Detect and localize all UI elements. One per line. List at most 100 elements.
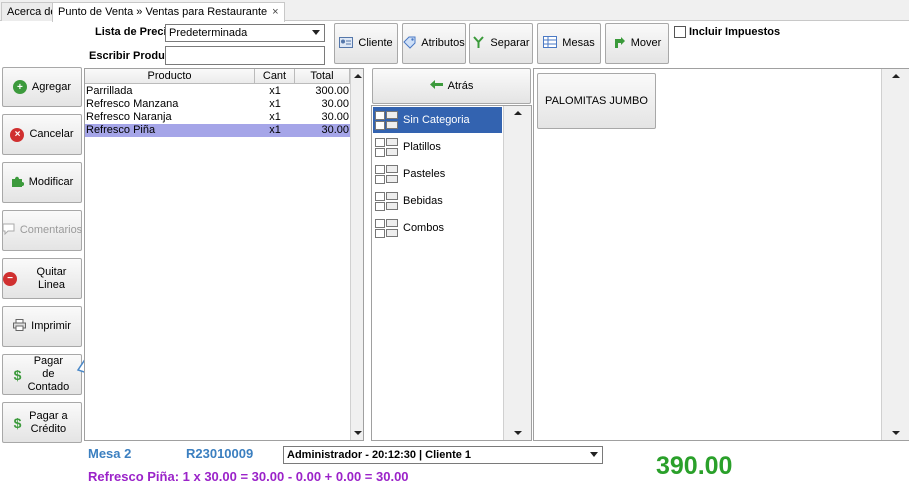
table-row[interactable]: Refresco Naranja x1 30.00	[85, 111, 350, 124]
category-list-scrollbar[interactable]	[503, 106, 531, 440]
tab-punto-de-venta[interactable]: Punto de Venta » Ventas para Restaurante…	[52, 2, 285, 22]
scroll-up-icon[interactable]	[892, 74, 900, 78]
tab-label: Punto de Venta » Ventas para Restaurante	[58, 6, 268, 18]
pagar-credito-button[interactable]: $ Pagar a Crédito	[2, 402, 82, 443]
scroll-up-icon[interactable]	[354, 74, 362, 78]
row-qty: x1	[269, 98, 281, 110]
category-icon	[373, 109, 399, 131]
row-total: 30.00	[321, 111, 349, 123]
row-total: 300.00	[315, 85, 349, 97]
dollar-icon: $	[13, 366, 22, 383]
product-grid-scrollbar[interactable]	[881, 69, 909, 440]
mover-label: Mover	[630, 37, 662, 49]
table-row-selected[interactable]: Refresco Piña x1 30.00	[85, 124, 350, 137]
row-product: Refresco Piña	[86, 124, 156, 136]
scroll-down-icon[interactable]	[354, 431, 362, 435]
agregar-button[interactable]: + Agregar	[2, 67, 82, 107]
ticket-number: R23010009	[186, 446, 254, 461]
include-taxes-checkbox[interactable]	[674, 26, 686, 38]
table-row[interactable]: Refresco Manzana x1 30.00	[85, 98, 350, 111]
line-detail: Refresco Piña: 1 x 30.00 = 30.00 - 0.00 …	[88, 469, 409, 484]
close-icon[interactable]: ×	[272, 6, 278, 18]
row-total: 30.00	[321, 98, 349, 110]
chevron-down-icon	[590, 452, 598, 457]
imprimir-label: Imprimir	[31, 320, 71, 332]
comentarios-label: Comentarios	[19, 224, 83, 236]
mesas-label: Mesas	[562, 37, 595, 49]
category-icon	[373, 163, 399, 185]
mesas-button[interactable]: Mesas	[537, 23, 601, 64]
tag-icon	[403, 36, 416, 52]
category-item[interactable]: Bebidas	[373, 188, 502, 214]
pagar-credito-label: Pagar a Crédito	[29, 409, 68, 435]
session-value: Administrador - 20:12:30 | Cliente 1	[287, 449, 472, 461]
grand-total: 390.00	[656, 452, 733, 480]
product-search-input[interactable]	[165, 46, 325, 65]
atras-label: Atrás	[447, 79, 474, 92]
chevron-down-icon	[312, 30, 320, 35]
category-item[interactable]: Pasteles	[373, 161, 502, 187]
price-list-value: Predeterminada	[169, 27, 248, 39]
mover-button[interactable]: Mover	[605, 23, 669, 64]
session-select[interactable]: Administrador - 20:12:30 | Cliente 1	[283, 446, 603, 464]
category-icon	[373, 190, 399, 212]
tab-label: Acerca de	[7, 6, 57, 18]
dollar-icon: $	[13, 414, 22, 431]
pagar-contado-label: Pagar de Contado	[27, 355, 70, 393]
category-label: Bebidas	[403, 195, 443, 207]
table-name: Mesa 2	[88, 446, 132, 461]
include-taxes-label: Incluir Impuestos	[689, 26, 781, 38]
category-item[interactable]: Sin Categoria	[373, 107, 502, 133]
table-icon	[543, 36, 558, 51]
atras-button[interactable]: Atrás	[372, 68, 531, 104]
row-total: 30.00	[321, 124, 349, 136]
id-card-icon	[339, 36, 354, 51]
column-header-total[interactable]: Total	[295, 69, 350, 83]
order-list-header: Producto Cant Total	[85, 69, 350, 84]
category-item[interactable]: Combos	[373, 215, 502, 241]
category-icon	[373, 217, 399, 239]
category-label: Combos	[403, 222, 444, 234]
scroll-down-icon[interactable]	[514, 431, 522, 435]
order-list-scrollbar[interactable]	[350, 69, 363, 440]
minus-circle-icon: −	[3, 271, 17, 286]
quitar-linea-label: Quitar Linea	[36, 265, 67, 291]
category-icon	[373, 136, 399, 158]
modificar-button[interactable]: Modificar	[2, 162, 82, 203]
product-tile-label: PALOMITAS JUMBO	[545, 94, 648, 107]
scroll-up-icon[interactable]	[514, 111, 522, 115]
column-header-cant[interactable]: Cant	[255, 69, 295, 83]
row-product: Refresco Manzana	[86, 98, 179, 110]
quitar-linea-button[interactable]: − Quitar Linea	[2, 258, 82, 299]
puzzle-icon	[11, 175, 24, 191]
speech-bubble-icon	[2, 223, 15, 238]
plus-circle-icon: +	[12, 80, 27, 94]
category-label: Platillos	[403, 141, 441, 153]
scroll-down-icon[interactable]	[892, 431, 900, 435]
cliente-button[interactable]: Cliente	[334, 23, 398, 64]
back-arrow-icon	[429, 80, 443, 92]
category-label: Sin Categoria	[403, 114, 470, 126]
row-qty: x1	[269, 111, 281, 123]
category-item[interactable]: Platillos	[373, 134, 502, 160]
move-arrow-icon	[613, 36, 626, 52]
column-header-producto[interactable]: Producto	[85, 69, 255, 83]
cancelar-button[interactable]: × Cancelar	[2, 114, 82, 155]
atributos-label: Atributos	[421, 37, 465, 49]
order-list: Producto Cant Total Parrillada x1 300.00…	[84, 68, 364, 441]
product-grid: PALOMITAS JUMBO	[533, 68, 909, 441]
price-list-select[interactable]: Predeterminada	[165, 24, 325, 42]
pagar-contado-button[interactable]: $ Pagar de Contado	[2, 354, 82, 395]
cancelar-label: Cancelar	[29, 128, 74, 140]
comentarios-button[interactable]: Comentarios	[2, 210, 82, 251]
atributos-button[interactable]: Atributos	[402, 23, 466, 64]
split-icon	[472, 35, 485, 52]
row-qty: x1	[269, 85, 281, 97]
imprimir-button[interactable]: Imprimir	[2, 306, 82, 347]
separar-button[interactable]: Separar	[469, 23, 533, 64]
row-product: Parrillada	[86, 85, 133, 97]
tab-bar: Acerca de Punto de Venta » Ventas para R…	[0, 0, 909, 22]
table-row[interactable]: Parrillada x1 300.00	[85, 85, 350, 98]
product-tile[interactable]: PALOMITAS JUMBO	[537, 73, 656, 129]
modificar-label: Modificar	[28, 176, 74, 188]
